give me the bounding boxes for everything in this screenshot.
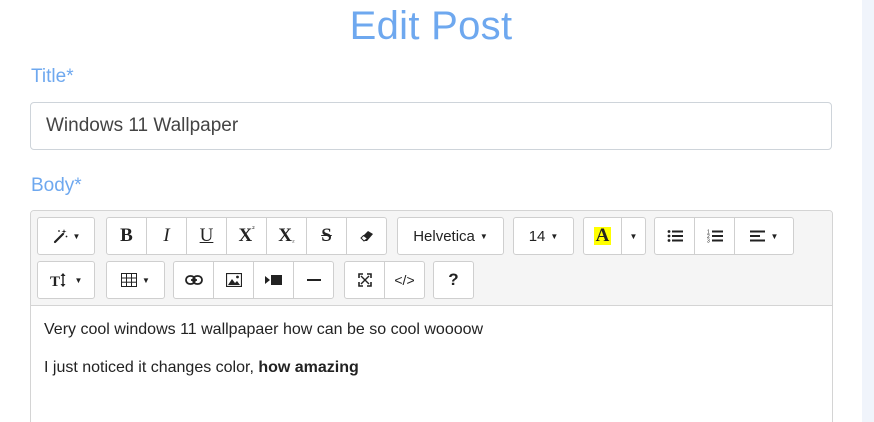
page-side-panel <box>862 0 874 422</box>
fullscreen-icon <box>357 273 372 287</box>
unordered-list-button[interactable] <box>654 217 695 255</box>
horizontal-rule-button[interactable] <box>293 261 334 299</box>
chevron-down-icon: ▼ <box>479 231 488 241</box>
magic-wand-icon <box>53 229 67 244</box>
title-input[interactable] <box>30 102 832 150</box>
horizontal-rule-icon <box>306 279 321 281</box>
style-dropdown-button[interactable]: ▼ <box>37 217 95 255</box>
font-name-value: Helvetica <box>413 227 475 245</box>
chevron-down-icon: ▼ <box>629 231 638 241</box>
underline-button[interactable]: U <box>186 217 227 255</box>
editor-toolbar: ▼ B I U X² X₂ S Helvetica ▼ 14 ▼ A ▼ 1 2… <box>31 211 832 306</box>
codeview-button[interactable]: </> <box>384 261 425 299</box>
table-group: ▼ <box>106 261 165 299</box>
rich-text-editor: ▼ B I U X² X₂ S Helvetica ▼ 14 ▼ A ▼ 1 2… <box>30 210 833 422</box>
text-height-icon: T <box>50 273 66 288</box>
font-size-group: 14 ▼ <box>513 217 574 255</box>
subscript-letter: X <box>278 225 292 246</box>
align-left-icon <box>749 230 765 242</box>
bold-button[interactable]: B <box>106 217 147 255</box>
ordered-list-button[interactable]: 1 2 3 <box>694 217 735 255</box>
numbered-list-icon: 1 2 3 <box>707 230 723 244</box>
font-size-value: 14 <box>528 227 546 245</box>
text-color-icon: A <box>593 225 612 246</box>
table-dropdown-button[interactable]: ▼ <box>106 261 165 299</box>
table-icon <box>121 273 138 287</box>
chevron-down-icon: ▼ <box>550 231 559 241</box>
height-group: T ▼ <box>37 261 95 299</box>
color-dropdown-button[interactable]: ▼ <box>621 217 646 255</box>
subscript-mark: ₂ <box>292 236 295 244</box>
superscript-letter: X <box>238 225 253 246</box>
image-icon <box>225 273 242 287</box>
style-group: ▼ <box>37 217 95 255</box>
link-button[interactable] <box>173 261 214 299</box>
content-paragraph-2: I just noticed it changes color, how ama… <box>44 359 359 377</box>
content-paragraph-1: Very cool windows 11 wallpapaer how can … <box>44 321 484 338</box>
title-label: Title* <box>31 66 74 87</box>
chevron-down-icon: ▼ <box>770 231 779 241</box>
font-size-dropdown[interactable]: 14 ▼ <box>513 217 574 255</box>
strikethrough-button[interactable]: S <box>306 217 347 255</box>
bulleted-list-icon <box>667 230 683 242</box>
view-group: </> <box>344 261 425 299</box>
picture-button[interactable] <box>213 261 254 299</box>
svg-text:3: 3 <box>707 239 710 244</box>
superscript-mark: ² <box>252 225 255 233</box>
fullscreen-button[interactable] <box>344 261 385 299</box>
color-group: A ▼ <box>583 217 646 255</box>
line-height-dropdown-button[interactable]: T ▼ <box>37 261 95 299</box>
superscript-button[interactable]: X² <box>226 217 267 255</box>
clear-format-button[interactable] <box>346 217 387 255</box>
paragraph-2-text: I just noticed it changes color, <box>44 359 259 376</box>
link-icon <box>184 275 203 285</box>
italic-button[interactable]: I <box>146 217 187 255</box>
page-title: Edit Post <box>349 4 513 48</box>
font-name-group: Helvetica ▼ <box>397 217 504 255</box>
body-label: Body* <box>31 175 82 196</box>
insert-group <box>173 261 334 299</box>
svg-text:T: T <box>50 274 60 288</box>
paragraph-2-bold: how amazing <box>258 359 359 376</box>
eraser-icon <box>359 231 373 242</box>
help-button[interactable]: ? <box>433 261 474 299</box>
para-group: 1 2 3 ▼ <box>654 217 794 255</box>
text-color-button[interactable]: A <box>583 217 622 255</box>
paragraph-dropdown-button[interactable]: ▼ <box>734 217 794 255</box>
font-style-group: B I U X² X₂ S <box>106 217 387 255</box>
video-button[interactable] <box>253 261 294 299</box>
chevron-down-icon: ▼ <box>72 231 81 241</box>
help-group: ? <box>433 261 474 299</box>
subscript-button[interactable]: X₂ <box>266 217 307 255</box>
video-icon <box>264 275 282 285</box>
font-name-dropdown[interactable]: Helvetica ▼ <box>397 217 504 255</box>
chevron-down-icon: ▼ <box>74 275 83 285</box>
chevron-down-icon: ▼ <box>142 275 150 285</box>
